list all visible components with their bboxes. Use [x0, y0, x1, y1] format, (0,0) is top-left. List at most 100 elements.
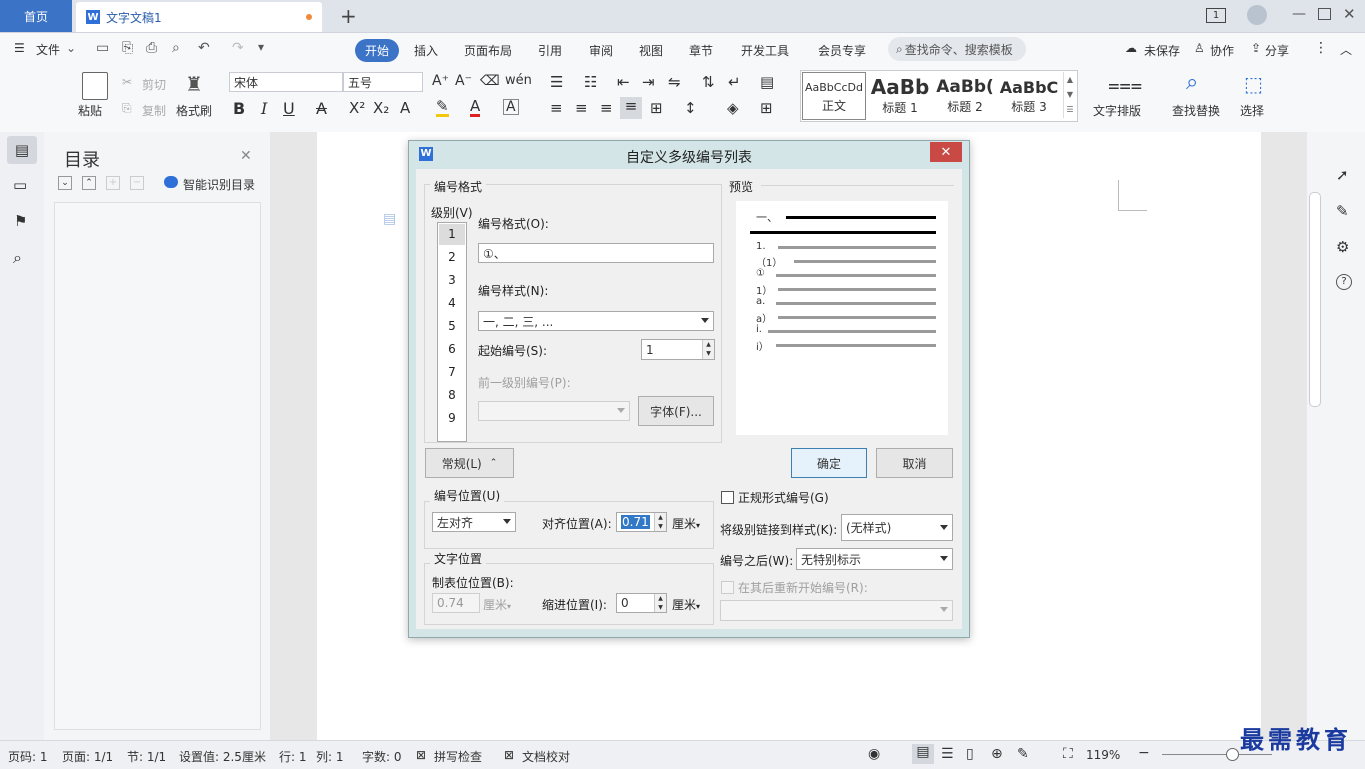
cancel-button[interactable]: 取消: [876, 448, 953, 478]
indent-unit-select[interactable]: 厘米▾: [672, 596, 700, 613]
indent-input[interactable]: 0 ▲ ▼: [616, 593, 667, 613]
shrink-font-icon[interactable]: A⁻: [455, 73, 472, 89]
align-select[interactable]: 左对齐: [432, 512, 516, 532]
sort-icon[interactable]: ⇅: [702, 73, 715, 91]
share-button[interactable]: 分享: [1265, 42, 1289, 59]
fit-page-icon[interactable]: ⛶: [1063, 746, 1073, 762]
restart-checkbox[interactable]: [721, 581, 734, 594]
menu-review[interactable]: 审阅: [589, 42, 613, 59]
zoom-out-icon[interactable]: −: [1138, 745, 1150, 761]
web-view-icon[interactable]: ⊕: [991, 746, 1003, 762]
clear-format-icon[interactable]: ⌫: [480, 73, 500, 89]
smart-outline-button[interactable]: 智能识别目录: [183, 176, 255, 193]
restore-icon[interactable]: [1318, 8, 1331, 20]
align-position-input[interactable]: 0.71 ▲ ▼: [616, 512, 667, 532]
paste-label[interactable]: 粘贴: [78, 102, 102, 119]
indent-spinner[interactable]: ▲ ▼: [654, 594, 666, 612]
cut-icon[interactable]: ✂: [122, 75, 132, 89]
bookmark-icon[interactable]: ⚑: [14, 212, 27, 230]
link-style-select[interactable]: (无样式): [841, 514, 953, 541]
align-right-icon[interactable]: ≡: [600, 99, 613, 117]
level-item-1[interactable]: 1: [439, 224, 465, 245]
subscript-icon[interactable]: X₂: [373, 99, 389, 117]
unsaved-label[interactable]: 未保存: [1144, 42, 1180, 59]
proofread-button[interactable]: 文档校对: [522, 748, 570, 765]
pointer-icon[interactable]: ➚: [1336, 166, 1349, 184]
new-tab-button[interactable]: +: [340, 4, 357, 28]
select-label[interactable]: 选择: [1240, 102, 1264, 119]
save-icon[interactable]: ▭: [96, 40, 109, 56]
scroll-thumb[interactable]: [1309, 192, 1321, 407]
text-effect-icon[interactable]: A: [400, 99, 410, 117]
number-format-input[interactable]: ①、: [478, 243, 714, 263]
remove-heading-icon[interactable]: −: [130, 176, 144, 190]
dialog-close-button[interactable]: ✕: [930, 142, 962, 162]
tab-home[interactable]: 首页: [0, 0, 72, 32]
table-icon[interactable]: ▤: [760, 73, 774, 91]
border-icon[interactable]: ⊞: [760, 99, 773, 117]
menu-file[interactable]: 文件: [36, 41, 60, 58]
status-section[interactable]: 节: 1/1: [127, 748, 166, 765]
status-row[interactable]: 行: 1: [279, 748, 307, 765]
prev-level-select[interactable]: [478, 401, 630, 421]
minimize-icon[interactable]: —: [1292, 6, 1306, 22]
superscript-icon[interactable]: X²: [349, 99, 365, 117]
font-button[interactable]: 字体(F)...: [638, 396, 714, 426]
menu-chapter[interactable]: 章节: [689, 42, 713, 59]
chevron-down-icon[interactable]: ⌄: [66, 41, 76, 55]
status-setting[interactable]: 设置值: 2.5厘米: [179, 748, 266, 765]
status-pages[interactable]: 页面: 1/1: [62, 748, 113, 765]
spell-check-icon[interactable]: ⊠: [416, 748, 426, 762]
tab-document[interactable]: W 文字文稿1: [76, 2, 322, 32]
paste-icon[interactable]: [82, 72, 108, 100]
menu-member[interactable]: 会员专享: [818, 42, 866, 59]
undo-icon[interactable]: ↶: [198, 40, 210, 56]
show-marks-icon[interactable]: ↵: [728, 73, 741, 91]
outline-view-icon[interactable]: ☰: [941, 746, 954, 762]
pen-icon[interactable]: ✎: [1336, 202, 1349, 220]
chinese-layout-icon[interactable]: ⇋: [668, 73, 681, 91]
close-window-icon[interactable]: ✕: [1343, 5, 1356, 23]
start-number-spinner[interactable]: ▲ ▼: [702, 340, 714, 359]
paragraph-handle-icon[interactable]: ▤: [383, 211, 396, 227]
normal-toggle-button[interactable]: 常规(L) ⌃: [425, 448, 514, 478]
find-replace-label[interactable]: 查找替换: [1172, 102, 1220, 119]
char-border-icon[interactable]: A: [503, 99, 519, 115]
hamburger-icon[interactable]: ☰: [14, 41, 25, 55]
highlight-icon[interactable]: ✎: [436, 99, 449, 117]
style-heading-2[interactable]: AaBb( 标题 2: [933, 72, 997, 118]
reading-view-icon[interactable]: ▯: [966, 746, 974, 762]
tab-stop-unit[interactable]: 厘米▾: [483, 596, 511, 613]
export-pdf-icon[interactable]: ⎘: [122, 40, 133, 56]
spell-check-button[interactable]: 拼写检查: [434, 748, 482, 765]
style-heading-3[interactable]: AaBbC 标题 3: [997, 72, 1061, 118]
ok-button[interactable]: 确定: [791, 448, 867, 478]
level-item-8[interactable]: 8: [439, 384, 465, 407]
more-icon[interactable]: ⋮: [1314, 40, 1328, 56]
align-center-icon[interactable]: ≡: [575, 99, 588, 117]
command-search[interactable]: ⌕ 查找命令、搜索模板: [888, 37, 1026, 61]
more-quick-icon[interactable]: ▾: [258, 40, 264, 54]
add-heading-icon[interactable]: +: [106, 176, 120, 190]
shading-icon[interactable]: ◈: [727, 99, 739, 117]
search-panel-icon[interactable]: ⌕: [13, 248, 22, 268]
copy-icon[interactable]: ⎘: [122, 101, 132, 116]
page-view-icon[interactable]: ▤: [912, 744, 934, 764]
page-indicator[interactable]: 1: [1206, 8, 1226, 23]
tab-stop-input[interactable]: 0.74: [432, 593, 480, 613]
menu-page-layout[interactable]: 页面布局: [464, 42, 512, 59]
text-layout-label[interactable]: 文字排版: [1093, 102, 1141, 119]
line-spacing-icon[interactable]: ↕: [684, 99, 697, 117]
cut-label[interactable]: 剪切: [142, 76, 166, 93]
level-item-7[interactable]: 7: [439, 361, 465, 384]
level-item-5[interactable]: 5: [439, 315, 465, 338]
level-item-6[interactable]: 6: [439, 338, 465, 361]
justify-icon[interactable]: ≡: [620, 97, 642, 119]
format-painter-icon[interactable]: ♜: [185, 72, 203, 96]
underline-icon[interactable]: U: [283, 99, 295, 118]
level-item-2[interactable]: 2: [439, 246, 465, 269]
level-item-3[interactable]: 3: [439, 269, 465, 292]
print-icon[interactable]: ⎙: [146, 40, 157, 56]
font-size-select[interactable]: 五号: [343, 72, 423, 92]
zoom-slider-thumb[interactable]: [1226, 748, 1239, 761]
